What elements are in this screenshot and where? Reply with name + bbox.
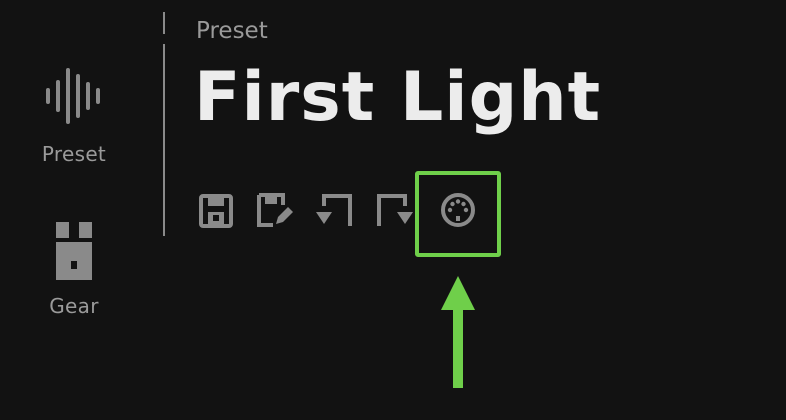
save-as-icon bbox=[257, 193, 293, 227]
sidebar-item-label: Gear bbox=[49, 294, 99, 318]
waveform-icon bbox=[46, 68, 100, 124]
sidebar-item-label: Preset bbox=[41, 142, 107, 166]
app-root: Preset Gear Preset First Light bbox=[0, 0, 786, 420]
gear-amp-icon bbox=[56, 222, 92, 280]
preset-title[interactable]: First Light bbox=[194, 58, 601, 137]
import-button[interactable] bbox=[316, 192, 354, 230]
export-icon bbox=[377, 194, 413, 226]
import-icon bbox=[316, 194, 352, 226]
sidebar-item-preset[interactable]: Preset bbox=[22, 64, 126, 166]
arrow-up-icon bbox=[441, 276, 475, 388]
export-button[interactable] bbox=[375, 192, 413, 230]
sidebar-divider bbox=[163, 12, 165, 236]
highlight-box bbox=[415, 171, 501, 257]
save-icon bbox=[199, 194, 233, 228]
save-button[interactable] bbox=[197, 192, 235, 230]
save-as-button[interactable] bbox=[256, 192, 294, 230]
sidebar-item-gear[interactable]: Gear bbox=[22, 220, 126, 318]
section-label: Preset bbox=[196, 18, 268, 44]
